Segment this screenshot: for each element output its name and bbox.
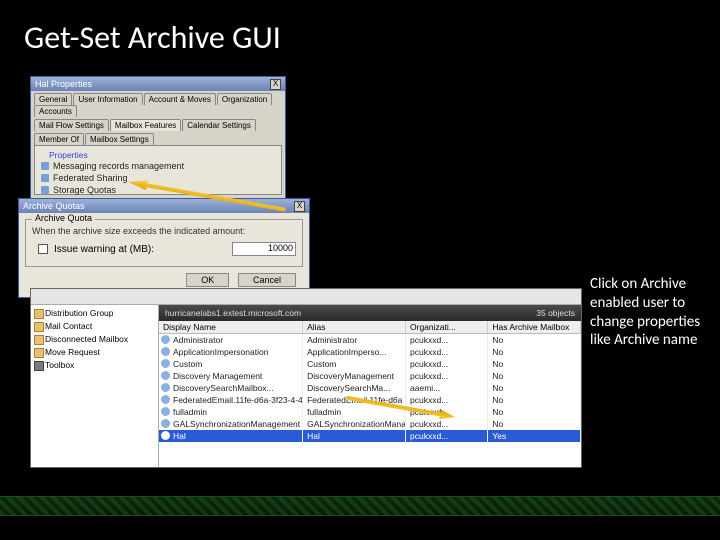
tab-mailbox-features[interactable]: Mailbox Features (110, 119, 181, 131)
cell-alias: Hal (303, 430, 406, 442)
cell-displayname: fulladmin (159, 406, 303, 418)
aq-body: Archive Quota When the archive size exce… (19, 213, 309, 297)
col-org[interactable]: Organizati... (406, 321, 488, 333)
emc-main: hurricanelabs1.extest.microsoft.com 35 o… (159, 305, 581, 467)
cell-org: pcukxxd... (406, 346, 488, 358)
cell-archive: No (488, 334, 581, 346)
table-row[interactable]: fulladminfulladminpcukxxd...No (159, 406, 581, 418)
col-alias[interactable]: Alias (303, 321, 406, 333)
cell-displayname: DiscoverySearchMailbox... (159, 382, 303, 394)
aq-row: Issue warning at (MB): 10000 (32, 242, 296, 256)
tab-memberof[interactable]: Member Of (34, 133, 84, 145)
tab-calendar[interactable]: Calendar Settings (182, 119, 256, 131)
cell-alias: fulladmin (303, 406, 406, 418)
emc-rows: AdministratorAdministratorpcukxxd...NoAp… (159, 334, 581, 442)
cell-org: aaemi... (406, 382, 488, 394)
cell-displayname: GALSynchronizationManagement (159, 418, 303, 430)
tab-organization[interactable]: Organization (217, 93, 272, 105)
cell-archive: No (488, 394, 581, 406)
cancel-button[interactable]: Cancel (238, 273, 296, 287)
aq-checkbox[interactable] (38, 244, 48, 254)
properties-tabs-row2: Mail Flow Settings Mailbox Features Cale… (31, 117, 285, 131)
cell-archive: No (488, 382, 581, 394)
cell-archive: Yes (488, 430, 581, 442)
tree-item-toolbox[interactable]: Toolbox (33, 359, 156, 372)
tree-item[interactable]: Mail Contact (33, 320, 156, 333)
cell-displayname: FederatedEmail.11fe-d6a-3f23-4-48-9... (159, 394, 303, 406)
table-row[interactable]: DiscoverySearchMailbox...DiscoverySearch… (159, 382, 581, 394)
aq-title: Archive Quotas (23, 201, 85, 211)
cell-archive: No (488, 346, 581, 358)
cell-displayname: Custom (159, 358, 303, 370)
cell-org: pcukxxd... (406, 334, 488, 346)
emc-count: 35 objects (536, 308, 575, 318)
tab-mailflow[interactable]: Mail Flow Settings (34, 119, 109, 131)
aq-group-label: Archive Quota (32, 213, 95, 223)
cell-alias: GALSynchronizationManagement (303, 418, 406, 430)
table-row[interactable]: HalHalpcukxxd...Yes (159, 430, 581, 442)
cell-displayname: Discovery Management (159, 370, 303, 382)
table-row[interactable]: AdministratorAdministratorpcukxxd...No (159, 334, 581, 346)
callout-default: The default quota warning for the Archiv… (330, 170, 550, 208)
table-row[interactable]: Discovery ManagementDiscoveryManagementp… (159, 370, 581, 382)
emc-toolbar (31, 289, 581, 305)
properties-tabs-row1: General User Information Account & Moves… (31, 91, 285, 117)
callout-quota: Select archive quota to change default s… (318, 108, 528, 146)
emc-scope-bar: hurricanelabs1.extest.microsoft.com 35 o… (159, 305, 581, 321)
table-row[interactable]: GALSynchronizationManagementGALSynchroni… (159, 418, 581, 430)
table-row[interactable]: CustomCustompcukxxd...No (159, 358, 581, 370)
callout-user: Click on Archive enabled user to change … (590, 275, 710, 350)
ok-button[interactable]: OK (186, 273, 229, 287)
cell-alias: DiscoverySearchMa... (303, 382, 406, 394)
tab-user-info[interactable]: User Information (73, 93, 142, 105)
col-archive[interactable]: Has Archive Mailbox (488, 321, 581, 333)
cell-archive: No (488, 358, 581, 370)
col-displayname[interactable]: Display Name (159, 321, 303, 333)
cell-archive: No (488, 418, 581, 430)
aq-checkbox-label: Issue warning at (MB): (54, 244, 154, 255)
cell-alias: DiscoveryManagement (303, 370, 406, 382)
emc-columns: Display Name Alias Organizati... Has Arc… (159, 321, 581, 334)
tab-general[interactable]: General (34, 93, 72, 105)
cell-org: pcukxxd... (406, 370, 488, 382)
tree-item[interactable]: Disconnected Mailbox (33, 333, 156, 346)
panel-hint: Properties (39, 150, 277, 160)
cell-displayname: Administrator (159, 334, 303, 346)
cell-displayname: Hal (159, 430, 303, 442)
tab-accounts[interactable]: Accounts (34, 105, 77, 117)
cell-alias: Custom (303, 358, 406, 370)
close-icon[interactable]: X (294, 201, 305, 212)
page-title: Get-Set Archive GUI (0, 0, 720, 67)
cell-displayname: ApplicationImpersonation (159, 346, 303, 358)
tab-account-moves[interactable]: Account & Moves (144, 93, 216, 105)
close-icon[interactable]: X (270, 79, 281, 90)
cell-org: pcukxxd... (406, 394, 488, 406)
cell-alias: Administrator (303, 334, 406, 346)
cell-org: pcukxxd... (406, 418, 488, 430)
feature-mrm[interactable]: Messaging records management (39, 160, 277, 172)
tab-mailbox-settings[interactable]: Mailbox Settings (85, 133, 154, 145)
aq-instruction: When the archive size exceeds the indica… (32, 226, 296, 236)
feature-fedshare[interactable]: Federated Sharing (39, 172, 277, 184)
emc-tree[interactable]: Distribution Group Mail Contact Disconne… (31, 305, 159, 467)
properties-titlebar: Hal Properties X (31, 77, 285, 91)
decorative-band (0, 496, 720, 516)
cell-archive: No (488, 370, 581, 382)
archive-quotas-dialog: Archive Quotas X Archive Quota When the … (18, 198, 310, 298)
cell-alias: ApplicationImperso... (303, 346, 406, 358)
table-row[interactable]: ApplicationImpersonationApplicationImper… (159, 346, 581, 358)
properties-title: Hal Properties (35, 79, 92, 89)
tree-item[interactable]: Move Request (33, 346, 156, 359)
aq-group: Archive Quota When the archive size exce… (25, 219, 303, 267)
cell-archive: No (488, 406, 581, 418)
emc-window: Distribution Group Mail Contact Disconne… (30, 288, 582, 468)
emc-scope: hurricanelabs1.extest.microsoft.com (165, 308, 301, 318)
aq-value-input[interactable]: 10000 (232, 242, 296, 256)
properties-tabs-row3: Member Of Mailbox Settings (31, 131, 285, 145)
cell-org: pcukxxd... (406, 430, 488, 442)
tree-item[interactable]: Distribution Group (33, 307, 156, 320)
cell-org: pcukxxd... (406, 358, 488, 370)
